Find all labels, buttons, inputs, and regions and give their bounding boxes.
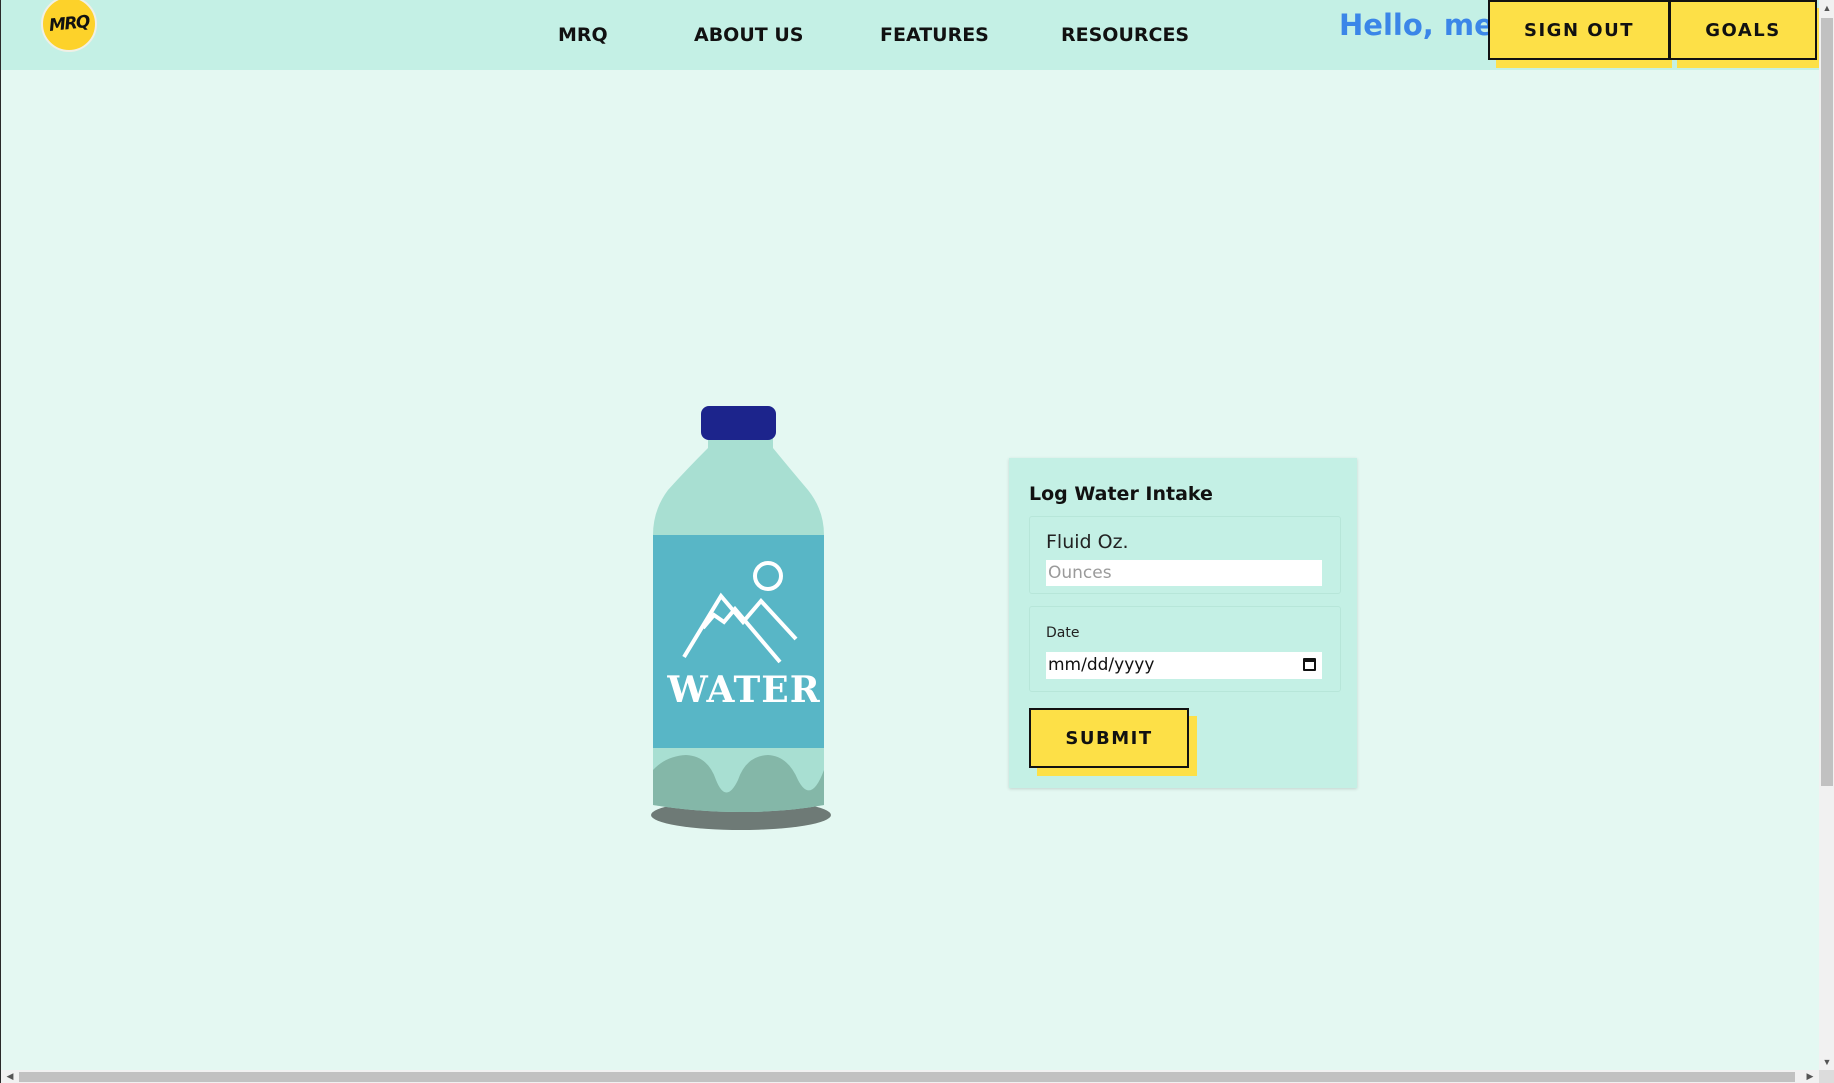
ounces-input[interactable] [1046,560,1322,586]
goals-button-wrap: GOALS [1669,0,1819,68]
card-title: Log Water Intake [1029,483,1213,505]
ounces-label: Fluid Oz. [1046,531,1129,553]
nav-link-features[interactable]: FEATURES [880,24,989,46]
scroll-right-icon[interactable]: ▶ [1803,1070,1817,1083]
submit-button-wrap: SUBMIT [1029,708,1197,776]
sign-out-button[interactable]: SIGN OUT [1488,0,1670,60]
nav-link-resources[interactable]: RESOURCES [1061,24,1189,46]
nav-link-about-us[interactable]: ABOUT US [694,24,803,46]
page: MRQ MRQ ABOUT US FEATURES RESOURCES Hell… [0,0,1834,1083]
vertical-scrollbar-thumb[interactable] [1821,18,1833,786]
date-label: Date [1046,625,1080,641]
scroll-up-icon[interactable]: ▲ [1819,0,1834,16]
scrollbar-corner [1819,1070,1834,1083]
logo[interactable]: MRQ [41,0,97,52]
log-water-card: Log Water Intake Fluid Oz. Date mm/dd/yy… [1009,458,1357,788]
nav-link-mrq[interactable]: MRQ [558,24,608,46]
date-field-group: Date mm/dd/yyyy [1029,606,1341,692]
horizontal-scrollbar[interactable]: ◀ ▶ [1,1070,1819,1083]
goals-button[interactable]: GOALS [1669,0,1817,60]
scroll-down-icon[interactable]: ▼ [1819,1054,1834,1070]
water-bottle-illustration: WATER [651,406,831,830]
scroll-left-icon[interactable]: ◀ [3,1070,17,1083]
bottle-cap [701,406,776,440]
bottle-label-text: WATER [666,669,820,711]
user-greeting: Hello, me [1339,8,1494,42]
navbar: MRQ MRQ ABOUT US FEATURES RESOURCES Hell… [1,0,1819,70]
ounces-field-group: Fluid Oz. [1029,516,1341,594]
horizontal-scrollbar-thumb[interactable] [19,1072,1795,1082]
bottle-label-band [653,535,824,748]
vertical-scrollbar[interactable]: ▲ ▼ [1819,0,1834,1070]
submit-button[interactable]: SUBMIT [1029,708,1189,768]
calendar-icon[interactable] [1303,658,1316,671]
date-input-value: mm/dd/yyyy [1048,655,1155,675]
logo-text: MRQ [48,11,90,37]
date-input[interactable]: mm/dd/yyyy [1046,652,1322,679]
sign-out-button-wrap: SIGN OUT [1488,0,1672,68]
